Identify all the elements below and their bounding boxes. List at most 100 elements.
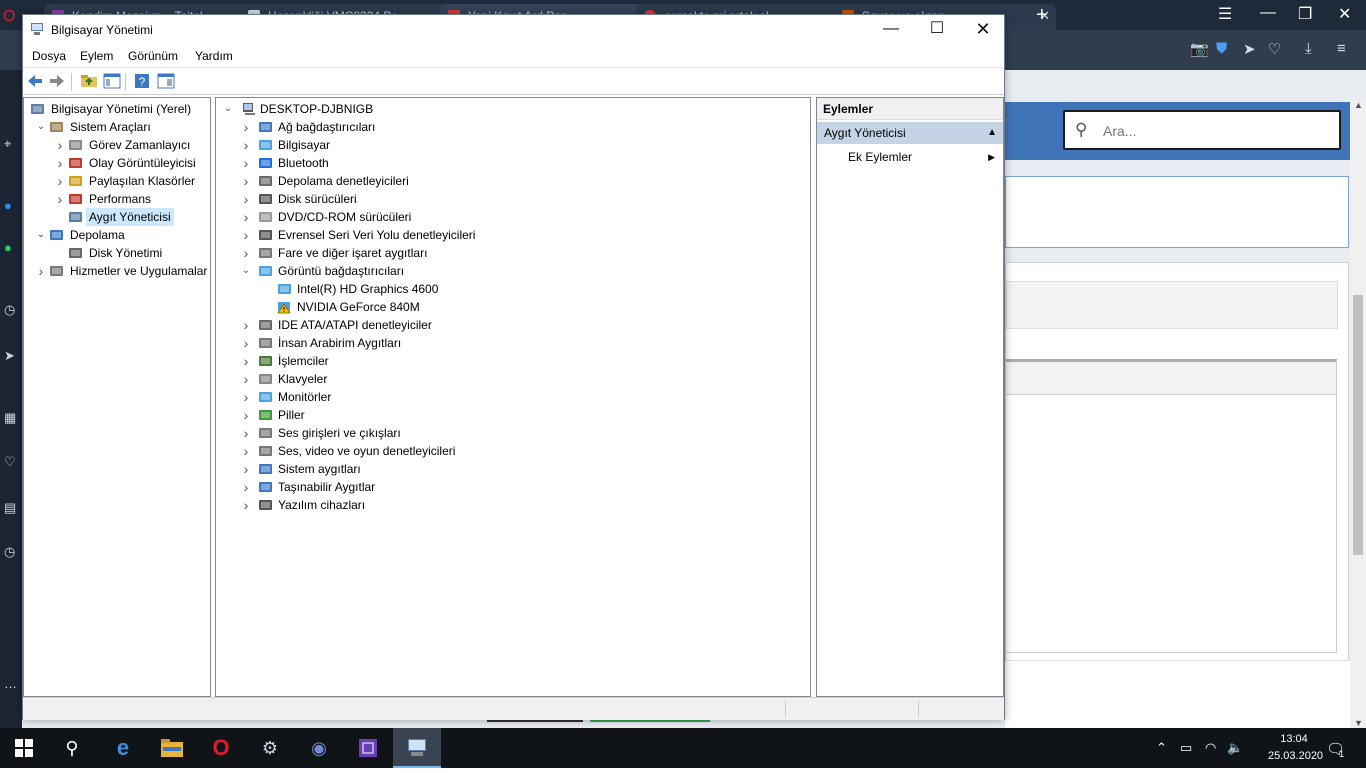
- device-category-item[interactable]: › İşlemciler: [216, 352, 806, 370]
- wifi-icon[interactable]: ◠: [1205, 740, 1216, 756]
- up-folder-icon[interactable]: [80, 73, 98, 89]
- start-button[interactable]: [0, 728, 48, 768]
- cpu-app-button[interactable]: [344, 728, 392, 768]
- close-button[interactable]: ✕: [960, 15, 1006, 45]
- chevron-right-icon[interactable]: ›: [240, 244, 252, 262]
- chevron-right-icon[interactable]: ›: [240, 118, 252, 136]
- camera-icon[interactable]: 📷: [1190, 40, 1209, 58]
- console-tree-item[interactable]: Disk Yönetimi: [24, 244, 210, 262]
- send-icon[interactable]: ➤: [1243, 40, 1256, 58]
- clock-icon[interactable]: ◷: [4, 302, 15, 318]
- device-category-item[interactable]: › Ses girişleri ve çıkışları: [216, 424, 806, 442]
- chevron-right-icon[interactable]: ›: [240, 226, 252, 244]
- console-tree-item[interactable]: › Görev Zamanlayıcı: [24, 136, 210, 154]
- collapse-up-icon[interactable]: ▲: [987, 122, 997, 144]
- history-icon[interactable]: ▤: [4, 500, 16, 516]
- device-category-item[interactable]: › Monitörler: [216, 388, 806, 406]
- chevron-right-icon[interactable]: ›: [240, 208, 252, 226]
- show-hide-tree-icon[interactable]: [103, 73, 121, 89]
- scrollbar-thumb[interactable]: [1353, 295, 1363, 555]
- device-category-item[interactable]: › Taşınabilir Aygıtlar: [216, 478, 806, 496]
- chevron-right-icon[interactable]: ›: [240, 316, 252, 334]
- chevron-right-icon[interactable]: ›: [35, 262, 47, 280]
- actions-group-device-manager[interactable]: Aygıt Yöneticisi ▲: [817, 122, 1003, 144]
- chevron-right-icon[interactable]: ›: [240, 154, 252, 172]
- search-input[interactable]: ⚲ Ara...: [1063, 110, 1341, 150]
- chevron-right-icon[interactable]: ›: [240, 460, 252, 478]
- device-category-item[interactable]: › Disk sürücüleri: [216, 190, 806, 208]
- console-tree-item[interactable]: › Performans: [24, 190, 210, 208]
- more-actions-item[interactable]: Ek Eylemler ▶: [817, 146, 1003, 168]
- device-category-item[interactable]: › Bilgisayar: [216, 136, 806, 154]
- chevron-down-icon[interactable]: ⌄: [35, 118, 47, 136]
- chevron-down-icon[interactable]: ⌄: [222, 100, 234, 118]
- menu-help[interactable]: Yardım: [195, 49, 233, 63]
- console-tree-item[interactable]: Bilgisayar Yönetimi (Yerel): [24, 100, 210, 118]
- chevron-right-icon[interactable]: ›: [240, 136, 252, 154]
- apps-icon[interactable]: ▦: [4, 410, 16, 426]
- battery-icon[interactable]: ▭: [1180, 740, 1192, 756]
- menu-view[interactable]: Görünüm: [128, 49, 178, 63]
- chevron-right-icon[interactable]: ›: [240, 190, 252, 208]
- chevron-right-icon[interactable]: ›: [240, 388, 252, 406]
- chevron-right-icon[interactable]: ›: [54, 136, 66, 154]
- help-icon[interactable]: ?: [133, 73, 151, 89]
- device-category-item[interactable]: › Bluetooth: [216, 154, 806, 172]
- chevron-right-icon[interactable]: ›: [54, 172, 66, 190]
- chevron-right-icon[interactable]: ›: [240, 478, 252, 496]
- computer-management-taskbar-button[interactable]: [393, 728, 441, 768]
- heart-icon[interactable]: ♡: [1268, 40, 1281, 58]
- show-hide-action-pane-icon[interactable]: [157, 73, 175, 89]
- console-tree-item[interactable]: ⌄ Depolama: [24, 226, 210, 244]
- device-category-item[interactable]: › Ses, video ve oyun denetleyicileri: [216, 442, 806, 460]
- chevron-right-icon[interactable]: ›: [240, 172, 252, 190]
- clock-icon[interactable]: ◷: [4, 544, 15, 560]
- page-scrollbar[interactable]: ▲ ▼: [1350, 100, 1366, 728]
- console-tree-item[interactable]: ⌄ Sistem Araçları: [24, 118, 210, 136]
- heart-icon[interactable]: ♡: [4, 454, 16, 470]
- device-category-item[interactable]: › Depolama denetleyicileri: [216, 172, 806, 190]
- chevron-right-icon[interactable]: ›: [54, 190, 66, 208]
- chevron-right-icon[interactable]: ›: [240, 406, 252, 424]
- restore-icon[interactable]: ❐: [1298, 4, 1312, 24]
- chevron-up-icon[interactable]: ⌃: [1156, 740, 1167, 756]
- console-tree-item[interactable]: › Hizmetler ve Uygulamalar: [24, 262, 210, 280]
- download-icon[interactable]: ⤓: [1305, 40, 1312, 57]
- chevron-right-icon[interactable]: ›: [240, 424, 252, 442]
- send-icon[interactable]: ➤: [4, 348, 15, 364]
- device-category-item[interactable]: › DVD/CD-ROM sürücüleri: [216, 208, 806, 226]
- messenger-icon[interactable]: ●: [4, 198, 12, 213]
- device-category-item[interactable]: NVIDIA GeForce 840M: [216, 298, 806, 316]
- back-arrow-icon[interactable]: [26, 73, 44, 89]
- scroll-up-icon[interactable]: ▲: [1354, 100, 1363, 110]
- volume-icon[interactable]: 🔈: [1227, 740, 1243, 756]
- forward-arrow-icon[interactable]: [48, 73, 66, 89]
- console-tree-item[interactable]: › Paylaşılan Klasörler: [24, 172, 210, 190]
- device-category-item[interactable]: › Klavyeler: [216, 370, 806, 388]
- device-category-item[interactable]: › IDE ATA/ATAPI denetleyiciler: [216, 316, 806, 334]
- minimize-button[interactable]: —: [868, 15, 914, 45]
- edge-button[interactable]: e: [99, 728, 147, 768]
- discord-button[interactable]: ◉: [295, 728, 343, 768]
- close-icon[interactable]: ✕: [1338, 4, 1351, 24]
- system-clock[interactable]: 13:04 25.03.2020: [1268, 731, 1323, 765]
- more-icon[interactable]: …: [4, 676, 17, 691]
- device-category-item[interactable]: › Fare ve diğer işaret aygıtları: [216, 244, 806, 262]
- chevron-right-icon[interactable]: ›: [240, 370, 252, 388]
- steam-button[interactable]: ⚙: [246, 728, 294, 768]
- device-category-item[interactable]: › İnsan Arabirim Aygıtları: [216, 334, 806, 352]
- chevron-down-icon[interactable]: ⌄: [240, 262, 252, 280]
- minimize-icon[interactable]: —: [1260, 4, 1276, 22]
- file-explorer-button[interactable]: [148, 728, 196, 768]
- tab-menu-icon[interactable]: ☰: [1218, 4, 1232, 24]
- new-tab-icon[interactable]: +: [1036, 4, 1048, 26]
- chevron-down-icon[interactable]: ⌄: [35, 226, 47, 244]
- device-category-item[interactable]: › Sistem aygıtları: [216, 460, 806, 478]
- shield-icon[interactable]: ⛊: [1216, 40, 1227, 57]
- settings-menu-icon[interactable]: ≡: [1337, 40, 1346, 57]
- menu-file[interactable]: Dosya: [32, 49, 66, 63]
- device-category-item[interactable]: Intel(R) HD Graphics 4600: [216, 280, 806, 298]
- scroll-down-icon[interactable]: ▼: [1354, 718, 1363, 728]
- chevron-right-icon[interactable]: ›: [240, 334, 252, 352]
- chevron-right-icon[interactable]: ›: [240, 442, 252, 460]
